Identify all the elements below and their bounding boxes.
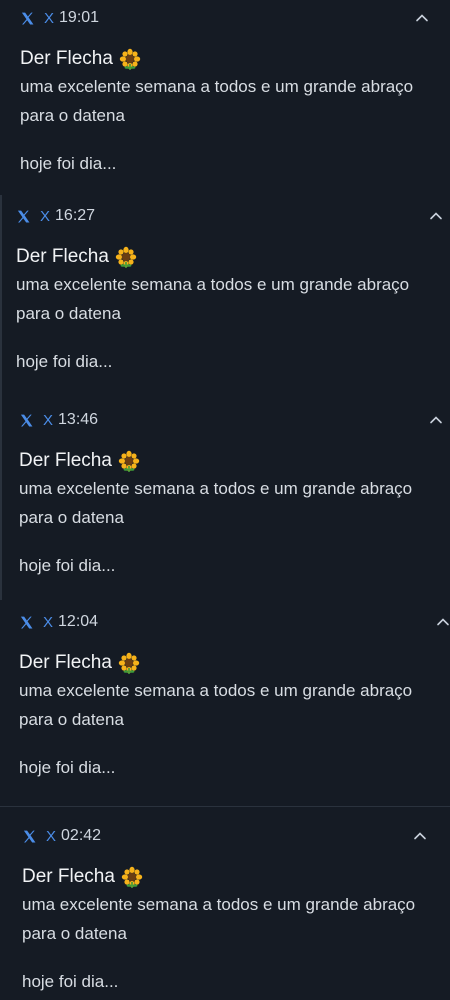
notification-header: X 19:01 (20, 8, 99, 28)
app-name: X (40, 207, 51, 225)
notification-body: uma excelente semana a todos e um grande… (22, 895, 416, 943)
notification-title-row: Der Flecha (20, 46, 141, 72)
notification-title: Der Flecha (22, 866, 115, 887)
notification-title: Der Flecha (19, 450, 112, 471)
section-divider (0, 806, 450, 807)
notification-header: X 16:27 (16, 206, 95, 226)
notification-preview: hoje foi dia... (19, 758, 116, 777)
notification-header: X 12:04 (19, 612, 98, 632)
notification-preview: hoje foi dia... (19, 556, 116, 575)
chevron-up-icon[interactable] (429, 413, 443, 427)
notification-preview: hoje foi dia... (22, 972, 119, 991)
x-logo-icon (22, 829, 37, 844)
chevron-up-icon[interactable] (429, 209, 443, 223)
notification-time: 16:27 (55, 207, 96, 224)
app-name: X (43, 613, 54, 631)
app-name: X (44, 9, 55, 27)
x-logo-icon (19, 615, 34, 630)
chevron-up-icon[interactable] (436, 615, 450, 629)
card-edge (0, 195, 2, 405)
sunflower-icon (119, 48, 141, 70)
notification-time: 02:42 (61, 827, 102, 844)
notification-title: Der Flecha (16, 246, 109, 267)
app-name: X (43, 411, 54, 429)
sunflower-icon (118, 652, 140, 674)
x-logo-icon (16, 209, 31, 224)
notification-body: uma excelente semana a todos e um grande… (16, 275, 410, 323)
notification-title-row: Der Flecha (19, 650, 140, 676)
notification-body: uma excelente semana a todos e um grande… (19, 681, 413, 729)
sunflower-icon (115, 246, 137, 268)
notification-title: Der Flecha (19, 652, 112, 673)
x-logo-icon (20, 11, 35, 26)
notification-title-row: Der Flecha (16, 244, 137, 270)
notification-feed: X 19:01 Der Flecha uma excelente semana … (0, 0, 450, 1000)
notification-title: Der Flecha (20, 48, 113, 69)
sunflower-icon (118, 450, 140, 472)
app-name: X (46, 827, 57, 845)
notification-time: 13:46 (58, 411, 99, 428)
notification-preview: hoje foi dia... (16, 352, 113, 371)
chevron-up-icon[interactable] (413, 829, 427, 843)
notification-body: uma excelente semana a todos e um grande… (20, 77, 414, 125)
x-logo-icon (19, 413, 34, 428)
notification-preview: hoje foi dia... (20, 154, 117, 173)
notification-time: 12:04 (58, 613, 99, 630)
notification-header: X 13:46 (19, 410, 98, 430)
notification-time: 19:01 (59, 9, 100, 26)
card-edge (0, 400, 2, 600)
notification-body: uma excelente semana a todos e um grande… (19, 479, 413, 527)
sunflower-icon (121, 866, 143, 888)
notification-title-row: Der Flecha (19, 448, 140, 474)
notification-header: X 02:42 (22, 826, 101, 846)
chevron-up-icon[interactable] (415, 11, 429, 25)
notification-title-row: Der Flecha (22, 864, 143, 890)
